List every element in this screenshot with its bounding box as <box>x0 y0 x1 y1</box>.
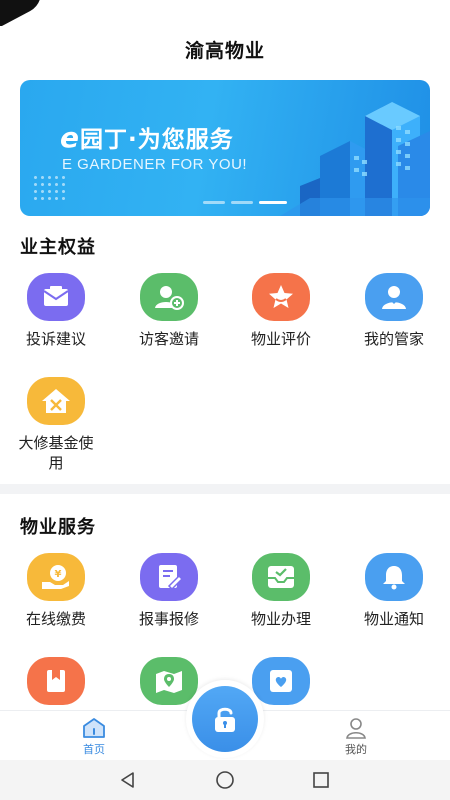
grid-item-label: 投诉建议 <box>25 330 86 348</box>
page-title: 渝高物业 <box>184 39 265 62</box>
map-pin-icon <box>140 657 198 705</box>
city-buildings-illustration <box>280 102 430 216</box>
bookmark-icon <box>27 657 85 705</box>
banner-slogan-text: 园丁·为您服务 <box>80 127 234 153</box>
section-divider <box>0 484 450 494</box>
grid-item-label: 报事报修 <box>138 610 199 628</box>
butler-icon <box>365 273 423 321</box>
star-icon <box>252 273 310 321</box>
heart-card-icon <box>252 657 310 705</box>
banner-indicator-dot-active[interactable] <box>259 201 287 204</box>
grid-item-my-butler[interactable]: 我的管家 <box>338 273 450 349</box>
grid-item-label: 大修基金使用 <box>18 434 94 472</box>
lock-icon <box>215 707 235 732</box>
tab-mine[interactable]: 我的 <box>326 717 386 757</box>
banner-slogan-e: e <box>60 121 80 154</box>
grid-item-visitor-invite[interactable]: 访客邀请 <box>113 273 225 349</box>
grid-item-complaint[interactable]: 投诉建议 <box>0 273 112 349</box>
banner-indicator-dot[interactable] <box>203 201 225 204</box>
grid-item-online-payment[interactable]: ¥ 在线缴费 <box>0 553 112 629</box>
section-title-property-services: 物业服务 <box>20 517 96 538</box>
add-visitor-icon <box>140 273 198 321</box>
grid-item-property-notice[interactable]: 物业通知 <box>338 553 450 629</box>
mail-icon <box>27 273 85 321</box>
home-circle-icon[interactable] <box>215 770 235 790</box>
banner-slogan: e园丁·为您服务 <box>60 120 234 154</box>
grid-item-repair-report[interactable]: 报事报修 <box>113 553 225 629</box>
payment-icon: ¥ <box>27 553 85 601</box>
home-icon <box>83 718 105 738</box>
unlock-button[interactable] <box>186 680 264 758</box>
unlock-button-inner <box>192 686 258 752</box>
tab-home[interactable]: 首页 <box>64 717 124 757</box>
inbox-check-icon <box>252 553 310 601</box>
promo-banner[interactable]: e园丁·为您服务 E GARDENER FOR YOU! <box>20 80 430 216</box>
system-navigation-bar <box>0 760 450 800</box>
grid-item-label: 物业通知 <box>363 610 424 628</box>
grid-item-bookmark[interactable] <box>0 657 112 713</box>
grid-item-label: 物业评价 <box>250 330 311 348</box>
grid-item-label: 物业办理 <box>250 610 311 628</box>
grid-item-repair-fund[interactable]: 大修基金使用 <box>0 377 112 473</box>
repair-report-icon <box>140 553 198 601</box>
grid-item-property-handling[interactable]: 物业办理 <box>225 553 337 629</box>
grid-item-property-rating[interactable]: 物业评价 <box>225 273 337 349</box>
section-title-owner-rights: 业主权益 <box>20 237 96 258</box>
svg-text:¥: ¥ <box>55 569 62 580</box>
grid-item-label: 在线缴费 <box>25 610 86 628</box>
user-icon <box>346 718 366 739</box>
back-icon[interactable] <box>118 770 138 790</box>
title-bar: 渝高物业 <box>0 0 450 76</box>
tab-mine-label: 我的 <box>345 743 367 756</box>
recents-square-icon[interactable] <box>311 770 331 790</box>
bell-icon <box>365 553 423 601</box>
banner-subtitle: E GARDENER FOR YOU! <box>62 156 248 173</box>
repair-fund-icon <box>27 377 85 425</box>
tab-home-label: 首页 <box>83 743 105 756</box>
banner-dot-pattern <box>32 174 68 204</box>
banner-indicator-dot[interactable] <box>231 201 253 204</box>
grid-item-label: 访客邀请 <box>138 330 199 348</box>
grid-item-label: 我的管家 <box>363 330 424 348</box>
banner-indicators <box>203 201 287 204</box>
